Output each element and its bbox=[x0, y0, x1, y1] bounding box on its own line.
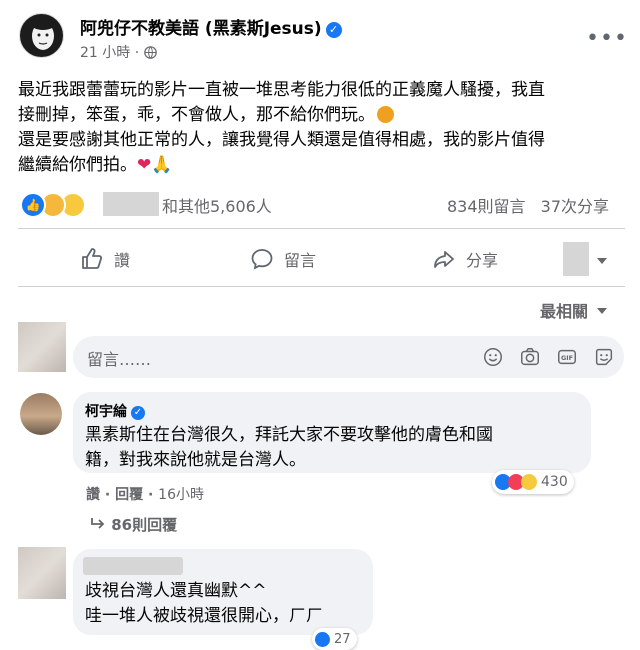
reactions-count[interactable]: 和其他5,606人 bbox=[162, 193, 272, 217]
comment-button[interactable]: 留言 bbox=[250, 247, 316, 271]
svg-text:GIF: GIF bbox=[561, 354, 573, 362]
share-button[interactable]: 分享 bbox=[432, 247, 498, 271]
verified-icon: ✓ bbox=[131, 406, 145, 420]
like-button[interactable]: 讚 bbox=[80, 247, 130, 271]
thumbs-up-icon bbox=[82, 248, 103, 269]
reply-arrow-icon bbox=[91, 518, 105, 529]
haha-reaction-icon bbox=[521, 474, 537, 490]
verified-icon: ✓ bbox=[325, 22, 342, 38]
like-label: 讚 bbox=[114, 251, 131, 270]
pray-emoji-icon: 🙏 bbox=[151, 155, 173, 175]
post-body-line: 最近我跟蕾蕾玩的影片一直被一堆思考能力很低的正義魔人騷擾，我直 bbox=[18, 80, 545, 100]
blurred-commenter-name bbox=[83, 557, 183, 575]
comment-line: 歧視台灣人還真幽默^^ bbox=[85, 581, 267, 601]
comment-placeholder: 留言…… bbox=[87, 350, 152, 369]
divider bbox=[18, 228, 625, 229]
comment-like-link[interactable]: 讚 bbox=[86, 487, 100, 503]
angry-emoji-icon bbox=[377, 106, 394, 123]
post-meta: 21 小時 · bbox=[80, 42, 157, 62]
sort-label: 最相關 bbox=[540, 302, 589, 321]
user-avatar bbox=[18, 322, 66, 372]
commenter-avatar[interactable] bbox=[20, 393, 62, 435]
chevron-down-icon bbox=[596, 308, 607, 314]
emoji-icon[interactable] bbox=[482, 346, 504, 368]
heart-emoji-icon: ❤ bbox=[137, 155, 152, 175]
post-time[interactable]: 21 小時 bbox=[80, 45, 130, 61]
comment-line: 哇一堆人被歧視還很開心，ㄏㄏ bbox=[85, 606, 323, 626]
comment-bubble: 歧視台灣人還真幽默^^ 哇一堆人被歧視還很開心，ㄏㄏ bbox=[73, 549, 373, 635]
post-body-line: 還是要感謝其他正常的人，讓我覺得人類還是值得相處，我的影片值得 bbox=[18, 130, 545, 150]
page-avatar[interactable] bbox=[19, 13, 64, 58]
comment-reactions[interactable]: 27 bbox=[312, 628, 357, 650]
replies-count: 86則回覆 bbox=[111, 516, 178, 534]
comment-text: 歧視台灣人還真幽默^^ 哇一堆人被歧視還很開心，ㄏㄏ bbox=[85, 579, 375, 629]
sort-selector[interactable]: 最相關 bbox=[540, 298, 608, 322]
post-body-line: 接刪掉，笨蛋，乖，不會做人，那不給你們玩。 bbox=[18, 105, 375, 125]
post-author[interactable]: 阿兜仔不教美語 (黑素斯Jesus) ✓ bbox=[80, 14, 342, 39]
chevron-down-icon[interactable] bbox=[596, 252, 608, 271]
engagement-counts: 834則留言 37次分享 bbox=[447, 193, 609, 217]
gif-icon[interactable]: GIF bbox=[556, 346, 578, 368]
share-arrow-icon bbox=[434, 251, 454, 268]
comment-bubble: 柯宇綸 ✓ 黑素斯住在台灣很久，拜託大家不要攻擊他的膚色和國 籍，對我來說他就是台… bbox=[73, 392, 591, 473]
commenter-avatar bbox=[18, 547, 66, 599]
like-reaction-icon[interactable]: 👍 bbox=[20, 192, 46, 218]
comment-text: 黑素斯住在台灣很久，拜託大家不要攻擊他的膚色和國 籍，對我來說他就是台灣人。 bbox=[85, 423, 585, 473]
blurred-avatar bbox=[563, 242, 589, 276]
shares-count[interactable]: 37次分享 bbox=[541, 197, 609, 216]
share-label: 分享 bbox=[466, 251, 499, 270]
comment-bubble-icon bbox=[251, 249, 273, 270]
sticker-icon[interactable] bbox=[593, 346, 615, 368]
view-replies[interactable]: 86則回覆 bbox=[90, 514, 177, 535]
like-reaction-icon bbox=[315, 631, 330, 647]
post-body-line: 繼續給你們拍。 bbox=[18, 155, 137, 175]
globe-icon bbox=[143, 46, 157, 59]
blurred-name bbox=[103, 192, 159, 216]
post-author-name[interactable]: 阿兜仔不教美語 (黑素斯Jesus) bbox=[80, 19, 322, 39]
comment-label: 留言 bbox=[284, 251, 317, 270]
more-options-icon[interactable]: ••• bbox=[586, 26, 628, 51]
comment-reactions-count: 430 bbox=[541, 474, 568, 490]
comment-reactions[interactable]: 430 bbox=[492, 470, 574, 494]
comment-reply-link[interactable]: 回覆 bbox=[115, 487, 143, 503]
comment-input[interactable]: 留言…… GIF bbox=[73, 336, 624, 378]
comment-line: 黑素斯住在台灣很久，拜託大家不要攻擊他的膚色和國 bbox=[85, 425, 493, 445]
comment-time[interactable]: 16小時 bbox=[158, 487, 204, 503]
comment-actions: 讚 · 回覆 · 16小時 bbox=[86, 487, 204, 503]
meta-separator: · bbox=[134, 45, 140, 61]
comment-reactions-count: 27 bbox=[334, 631, 351, 647]
post-body: 最近我跟蕾蕾玩的影片一直被一堆思考能力很低的正義魔人騷擾，我直 接刪掉，笨蛋，乖… bbox=[18, 78, 626, 178]
comments-count[interactable]: 834則留言 bbox=[447, 197, 526, 216]
commenter-name[interactable]: 柯宇綸 bbox=[85, 404, 127, 420]
camera-icon[interactable] bbox=[519, 346, 541, 368]
divider bbox=[18, 286, 625, 287]
